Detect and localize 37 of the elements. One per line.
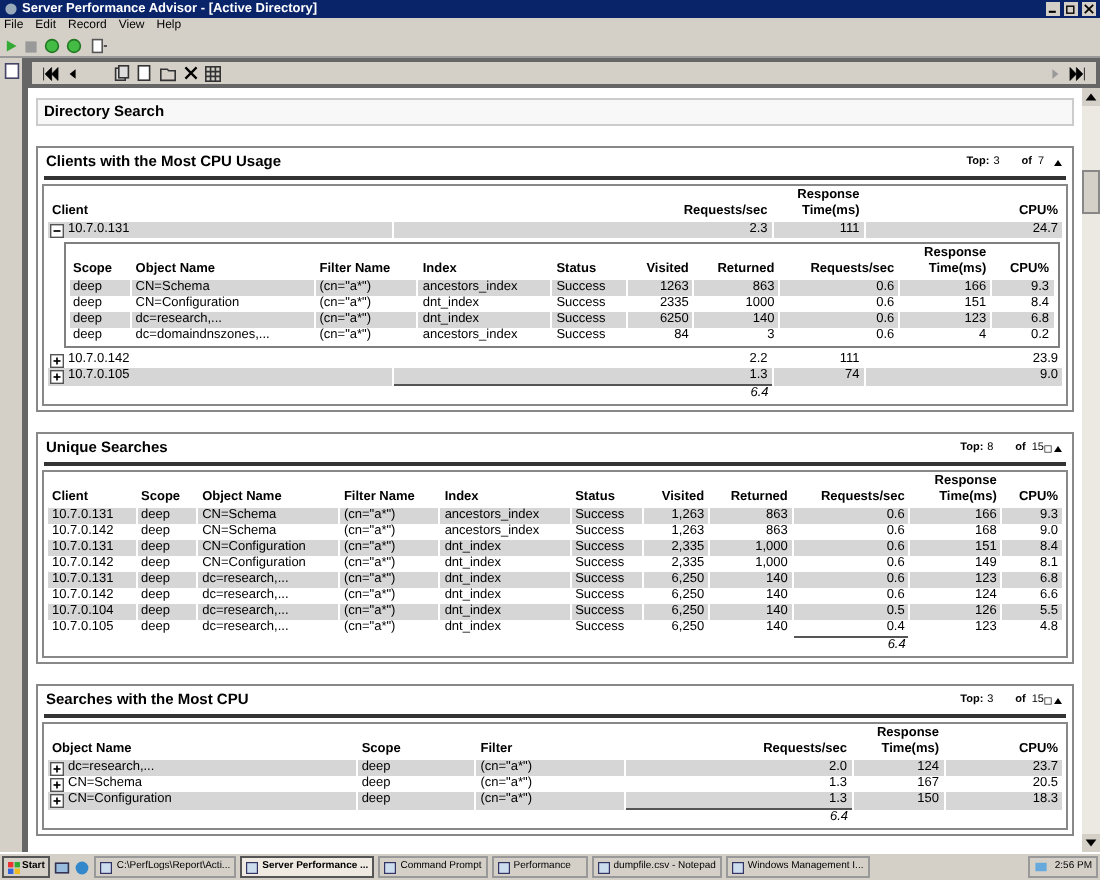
previous-page-icon[interactable] [66, 65, 78, 81]
close-icon[interactable] [1082, 2, 1096, 16]
window-icon [597, 861, 610, 873]
close-icon[interactable] [184, 66, 198, 80]
windows-logo-icon [8, 861, 20, 873]
last-page-icon[interactable] [1068, 65, 1088, 81]
window-icon [731, 861, 744, 873]
plus-box-icon[interactable] [50, 793, 64, 808]
scroll-thumb[interactable] [1082, 170, 1100, 214]
window-icon [384, 861, 397, 873]
collapse-icon[interactable] [1052, 157, 1064, 167]
document-icon[interactable] [136, 64, 152, 82]
restore-icon[interactable] [1064, 2, 1078, 16]
plus-box-icon[interactable] [50, 353, 64, 367]
collapse-icon[interactable] [1052, 695, 1064, 705]
first-page-icon[interactable] [40, 65, 60, 81]
export-icon[interactable] [1044, 443, 1052, 453]
desktop-icon[interactable] [54, 859, 71, 875]
collapse-icon[interactable] [1052, 443, 1064, 453]
scroll-up-icon[interactable] [1082, 88, 1100, 106]
grid-icon[interactable] [204, 65, 222, 81]
scroll-down-icon[interactable] [1082, 834, 1100, 852]
window-icon [100, 861, 113, 873]
export-icon[interactable] [1044, 695, 1052, 705]
folder-icon[interactable] [158, 65, 178, 81]
plus-box-icon[interactable] [50, 761, 64, 775]
app-icon [4, 2, 18, 16]
window-icon [246, 861, 259, 873]
page-icon[interactable] [3, 62, 19, 80]
document-icon[interactable] [88, 38, 110, 54]
plus-box-icon[interactable] [50, 777, 64, 791]
minus-box-icon[interactable] [50, 223, 64, 237]
copy-icon[interactable] [114, 64, 130, 82]
plus-box-icon[interactable] [50, 369, 64, 384]
window-icon [497, 861, 510, 873]
scrollbar[interactable] [1082, 88, 1100, 852]
minimize-icon[interactable] [1046, 2, 1060, 16]
